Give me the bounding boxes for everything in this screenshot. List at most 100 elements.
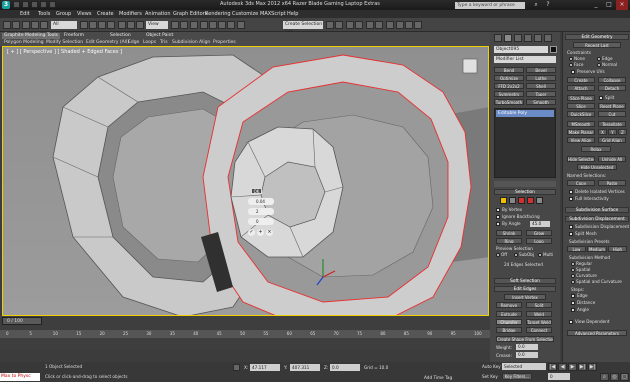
split-mesh-checkbox[interactable] [569, 232, 573, 236]
edit-geometry-rollout[interactable]: Edit Geometry [565, 34, 629, 40]
key-mode-dropdown[interactable]: Selected [502, 363, 546, 370]
angle-snap-icon[interactable] [209, 21, 217, 29]
perspective-viewport[interactable]: [ + ] [ Perspective ] [ Shaded + Edged F… [2, 46, 489, 316]
modifier-bevel-button[interactable]: Bevel [526, 67, 556, 73]
time-slider[interactable]: 0 / 100 [2, 317, 42, 325]
layer-manager-icon[interactable] [346, 21, 354, 29]
preview-subobj-radio[interactable] [514, 253, 518, 257]
lock-icon[interactable] [233, 364, 240, 371]
spinner-snap-icon[interactable] [227, 21, 235, 29]
ribbon-subdivision[interactable]: Subdivision [172, 40, 198, 45]
method-spatial-curvature-radio[interactable] [571, 280, 575, 284]
relax-button[interactable]: Relax [581, 146, 611, 152]
cut-button[interactable]: Cut [598, 111, 626, 117]
crease-field[interactable]: 0.0 [516, 352, 538, 358]
snaps-toggle-icon[interactable] [200, 21, 208, 29]
auto-key-label[interactable]: Auto Key [482, 364, 501, 369]
modifier-taper-button[interactable]: Taper [526, 91, 556, 97]
by-angle-checkbox[interactable] [496, 222, 500, 226]
ribbon-tris[interactable]: Tris [160, 40, 168, 45]
preset-high-button[interactable]: High [608, 246, 627, 252]
menu-maxscript[interactable]: MAXScript [260, 11, 286, 17]
caddy-amount-field[interactable]: 0.04 [248, 198, 274, 205]
viewport-label[interactable]: [ + ] [ Perspective ] [ Shaded + Edged F… [7, 49, 122, 55]
render-production-icon[interactable] [414, 21, 422, 29]
play-icon[interactable]: ▶ [568, 363, 577, 371]
weld-button[interactable]: Weld [526, 311, 552, 317]
maxscript-listener[interactable]: Max to Physc [0, 373, 40, 381]
view-align-button[interactable]: View Align [567, 137, 595, 143]
align-icon[interactable] [335, 21, 343, 29]
mirror-icon[interactable] [326, 21, 334, 29]
menu-views[interactable]: Views [77, 11, 91, 17]
search-input[interactable]: Type a keyword or phrase [455, 2, 525, 9]
current-frame-field[interactable]: 0 [548, 373, 570, 380]
caddy-segments-field[interactable]: 2 [248, 208, 274, 215]
track-bar[interactable]: 0 5 10 15 20 25 30 35 40 45 50 55 60 65 70 75 80 85 90 95 10… [0, 330, 490, 338]
add-time-tag[interactable]: Add Time Tag [424, 375, 452, 380]
collapse-button[interactable]: Collapse [598, 77, 626, 83]
curve-editor-icon[interactable] [366, 21, 374, 29]
percent-snap-icon[interactable] [218, 21, 226, 29]
ribbon-align[interactable]: Align [199, 40, 210, 45]
zoom-icon[interactable]: ⌕ [600, 373, 609, 381]
remove-button[interactable]: Remove [496, 302, 522, 308]
save-icon[interactable] [31, 1, 38, 8]
split-edges-button[interactable]: Split [526, 302, 552, 308]
method-curvature-radio[interactable] [571, 274, 575, 278]
caddy-apply-icon[interactable]: ✓ [248, 229, 255, 236]
ribbon-loops[interactable]: Loops [143, 40, 156, 45]
menu-create[interactable]: Create [97, 11, 114, 17]
ribbon-tab-graphite[interactable]: Graphite Modeling Tools [2, 33, 61, 39]
y-coordinate-field[interactable]: 407.311 [290, 364, 320, 371]
modifier-shell-button[interactable]: Shell [526, 83, 556, 89]
ribbon-tab-selection[interactable]: Selection [108, 33, 133, 39]
detach-button[interactable]: Detach [598, 85, 626, 91]
modifier-stack[interactable]: Editable Poly [494, 108, 556, 178]
subdivision-displacement-rollout[interactable]: Subdivision Displacement [565, 216, 629, 222]
reset-plane-button[interactable]: Reset Plane [598, 103, 626, 109]
modifier-bend-button[interactable]: Bend [494, 67, 524, 73]
menu-customize[interactable]: Customize [232, 11, 258, 17]
move-icon[interactable] [118, 21, 126, 29]
unlink-icon[interactable] [31, 21, 39, 29]
previous-frame-icon[interactable]: ◀ [558, 363, 567, 371]
planar-x-button[interactable]: X [598, 129, 607, 135]
rectangular-selection-icon[interactable] [98, 21, 106, 29]
preview-off-radio[interactable] [496, 253, 500, 257]
object-name-field[interactable]: Object095 [494, 46, 548, 53]
attach-button[interactable]: Attach [567, 85, 595, 91]
weight-field[interactable]: 0.0 [516, 344, 538, 350]
loop-button[interactable]: Loop [526, 238, 552, 244]
modifier-turbosmooth-button[interactable]: TurboSmooth [494, 99, 524, 105]
select-object-icon[interactable] [80, 21, 88, 29]
by-vertex-checkbox[interactable] [496, 208, 500, 212]
key-filters-button[interactable]: Key Filters... [502, 373, 532, 380]
make-planar-button[interactable]: Make Planar [567, 129, 595, 135]
menu-animation[interactable]: Animation [145, 11, 171, 17]
element-mode-icon[interactable] [536, 197, 543, 204]
ignore-backfacing-checkbox[interactable] [496, 215, 500, 219]
ribbon-edge[interactable]: Edge [128, 40, 139, 45]
hide-selected-button[interactable]: Hide Selected [567, 156, 595, 162]
create-shape-button[interactable]: Create Shape From Selection [496, 336, 554, 342]
method-regular-radio[interactable] [571, 262, 575, 266]
vertex-mode-icon[interactable] [500, 197, 507, 204]
target-weld-button[interactable]: Target Weld [526, 319, 552, 325]
next-frame-icon[interactable]: ▶| [578, 363, 587, 371]
search-icon[interactable]: ⌕ [530, 0, 542, 10]
soft-selection-rollout[interactable]: Soft Selection [494, 278, 556, 284]
bind-space-warp-icon[interactable] [40, 21, 48, 29]
redo-tool-icon[interactable] [12, 21, 20, 29]
planar-y-button[interactable]: Y [608, 129, 617, 135]
keyboard-shortcut-icon[interactable] [190, 21, 198, 29]
close-icon[interactable]: × [616, 0, 628, 10]
connect-button[interactable]: Connect [526, 327, 552, 333]
chamfer-button[interactable]: Chamfer [496, 319, 522, 325]
quickslice-button[interactable]: QuickSlice [567, 111, 595, 117]
slice-button[interactable]: Slice [567, 103, 595, 109]
select-by-name-icon[interactable] [89, 21, 97, 29]
menu-group[interactable]: Group [56, 11, 71, 17]
minimize-icon[interactable]: _ [590, 0, 602, 10]
split-checkbox[interactable] [599, 96, 603, 100]
